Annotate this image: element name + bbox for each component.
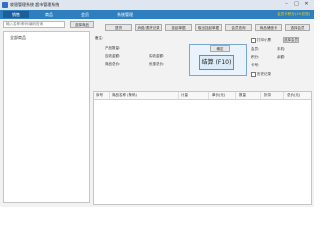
sales-grid[interactable]: 序号 商品名称 (条码) 计量 单价(元) 数量 折扣 总价(元) <box>93 91 312 205</box>
balance-label: 余额: <box>277 55 286 59</box>
maximize-icon[interactable]: □ <box>292 1 301 8</box>
right-area: 退货 消费/退货记录 挂起单据 取出挂起单据 会员查询 商品储值卡 选择会员 备… <box>93 19 312 205</box>
tab-sales[interactable]: 销售 <box>3 11 29 18</box>
col-unit: 计量 <box>181 93 188 97</box>
member-note: 会员卡积分(1%兑现) <box>277 12 310 16</box>
tab-system[interactable]: 系统管理 <box>105 11 145 18</box>
quantity-label: 产品数量: <box>105 46 121 50</box>
history-checkbox[interactable] <box>251 72 256 77</box>
retrieve-order-button[interactable]: 取出挂起单据 <box>195 24 222 31</box>
phone-label: 手机: <box>277 47 286 51</box>
hold-order-button[interactable]: 挂起单据 <box>165 24 192 31</box>
category-root[interactable]: 全部商品 <box>10 35 26 41</box>
history-label: 历史记录 <box>257 72 271 76</box>
card-label: 卡号: <box>251 63 260 67</box>
member-label: 会员: <box>251 47 260 51</box>
confirm-button[interactable]: 确定 <box>210 45 230 52</box>
settle-button[interactable]: 结算 (F10) <box>199 55 234 70</box>
tab-members[interactable]: 会员 <box>69 11 101 18</box>
remark-label: 备注: <box>95 36 104 40</box>
col-discount: 折扣 <box>264 93 271 97</box>
col-qty: 数量 <box>239 93 246 97</box>
tab-products[interactable]: 商品 <box>33 11 65 18</box>
col-price: 单价(元) <box>212 93 226 97</box>
member-select-button[interactable]: 选择会员 <box>283 37 299 43</box>
minimize-icon[interactable]: – <box>282 1 291 8</box>
close-icon[interactable]: ✕ <box>302 1 311 8</box>
discount-label: 优惠总价: <box>149 62 165 66</box>
grid-header: 序号 商品名称 (条码) 计量 单价(元) 数量 折扣 总价(元) <box>94 92 311 100</box>
app-icon <box>2 2 8 8</box>
received-label: 实收金额: <box>149 54 165 58</box>
receivable-label: 应收金额: <box>105 54 121 58</box>
col-product-name: 商品名称 (条码) <box>112 93 137 97</box>
print-label: 打印小票 <box>257 38 271 42</box>
stored-card-button[interactable]: 商品储值卡 <box>255 24 282 31</box>
col-index: 序号 <box>96 93 103 97</box>
pos-window: 收银管理系统 超市管理系统 – □ ✕ 销售 商品 会员 系统管理 会员卡积分(… <box>0 0 314 207</box>
total-label: 商品总价: <box>105 62 121 66</box>
search-input[interactable] <box>3 21 65 28</box>
category-tree[interactable]: 全部商品 <box>3 31 90 203</box>
select-product-button[interactable]: 选择商品 <box>70 21 94 28</box>
print-checkbox[interactable] <box>251 38 256 43</box>
window-title: 收银管理系统 超市管理系统 <box>10 2 60 7</box>
points-label: 积分: <box>251 55 260 59</box>
member-query-button[interactable]: 会员查询 <box>225 24 252 31</box>
col-total: 总价(元) <box>287 93 301 97</box>
select-member-button[interactable]: 选择会员 <box>285 24 310 31</box>
return-button[interactable]: 退货 <box>105 24 132 31</box>
records-button[interactable]: 消费/退货记录 <box>135 24 162 31</box>
main-nav: 销售 商品 会员 系统管理 会员卡积分(1%兑现) <box>0 10 314 19</box>
